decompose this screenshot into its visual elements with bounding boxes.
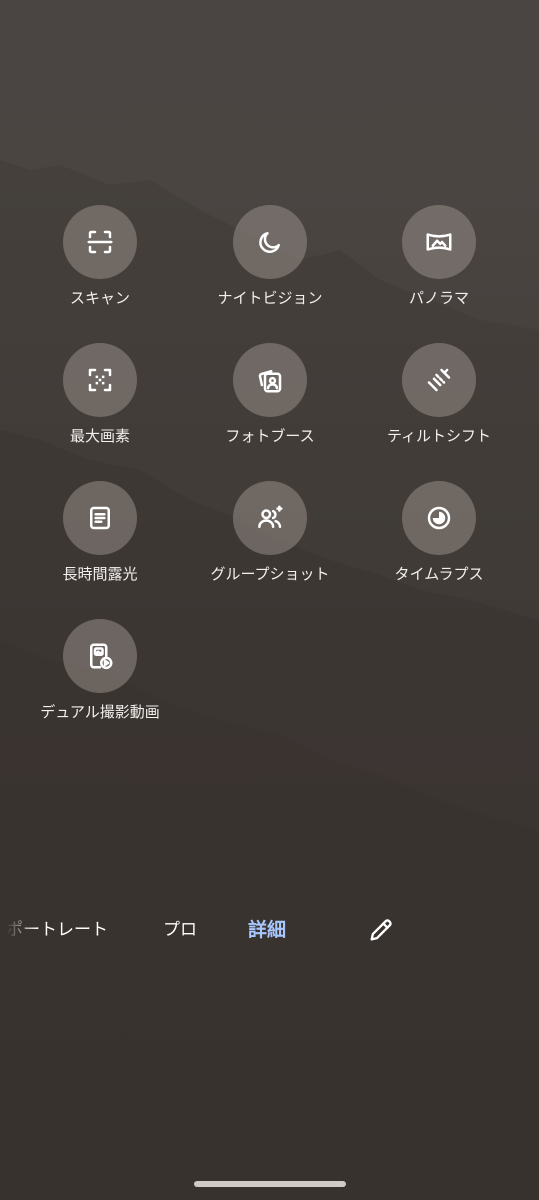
tab-more[interactable]: 詳細 [248,912,286,948]
tab-pro[interactable]: プロ [163,912,197,948]
home-indicator[interactable] [194,1181,346,1187]
mode-label: タイムラプス [394,565,484,583]
max-pixel-icon [88,368,112,392]
dual-video-icon [90,643,113,670]
mode-label: デュアル撮影動画 [40,703,160,721]
tilt-shift-icon [427,368,451,392]
mode-photo-booth[interactable]: フォトブース [195,343,345,446]
mode-long-exposure[interactable]: 長時間露光 [25,481,175,584]
mode-dual-video[interactable]: デュアル撮影動画 [25,619,175,722]
mode-label: スキャン [69,289,130,307]
mode-max-pixel[interactable]: 最大画素 [25,343,175,446]
tab-portrait[interactable]: ポートレート [6,912,108,948]
pencil-icon [370,919,392,941]
photo-booth-icon [258,370,282,393]
mode-label: 長時間露光 [62,565,138,583]
background-texture [0,160,539,1200]
mode-group-shot[interactable]: グループショット [195,481,345,584]
mode-label: 最大画素 [69,427,130,445]
scan-icon [87,230,113,254]
mode-label: グループショット [210,565,330,583]
edit-modes-button[interactable] [364,913,398,947]
mode-night-vision[interactable]: ナイトビジョン [195,205,345,308]
mode-panorama[interactable]: パノラマ [364,205,514,308]
panorama-icon [426,233,452,251]
mode-scan[interactable]: スキャン [25,205,175,308]
mode-timelapse[interactable]: タイムラプス [364,481,514,584]
mode-label: パノラマ [408,289,469,307]
long-exposure-icon [90,506,110,530]
moon-icon [259,232,280,253]
mode-tab-bar: ポートレート プロ 詳細 [0,912,539,948]
mode-label: ナイトビジョン [217,289,323,307]
timelapse-icon [427,506,451,530]
group-shot-icon [258,505,283,528]
mode-label: ティルトシフト [386,427,492,445]
mode-label: フォトブース [225,427,315,445]
mode-tilt-shift[interactable]: ティルトシフト [364,343,514,446]
